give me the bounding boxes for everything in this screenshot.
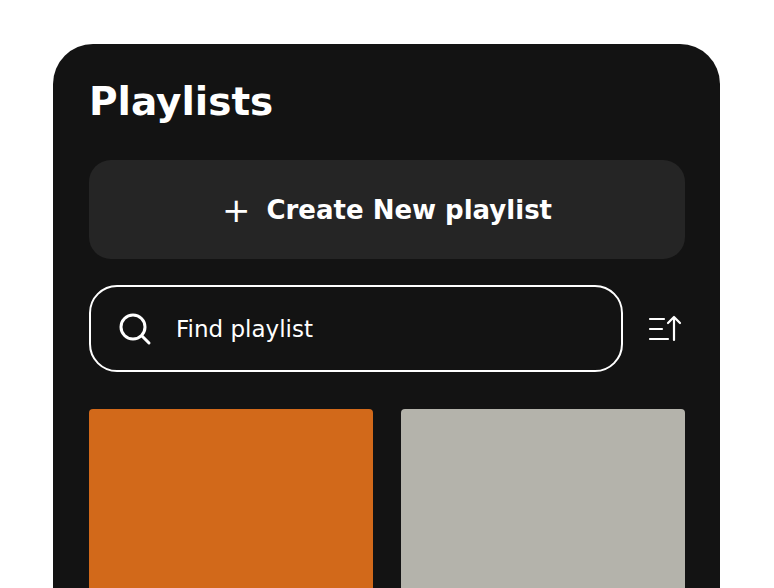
panel-title: Playlists <box>89 78 685 126</box>
page: Playlists + Create New playlist <box>0 0 774 588</box>
plus-icon: + <box>222 193 251 227</box>
playlist-cover[interactable] <box>401 409 685 588</box>
create-playlist-label: Create New playlist <box>266 195 552 225</box>
sort-button[interactable] <box>645 309 685 349</box>
playlist-grid <box>89 409 685 588</box>
search-row <box>89 285 685 372</box>
search-input[interactable] <box>174 315 601 343</box>
playlist-cover[interactable] <box>89 409 373 588</box>
search-icon <box>118 312 152 346</box>
create-playlist-button[interactable]: + Create New playlist <box>89 160 685 259</box>
search-field[interactable] <box>89 285 623 372</box>
sort-icon <box>648 314 682 344</box>
playlists-panel: Playlists + Create New playlist <box>53 44 720 588</box>
